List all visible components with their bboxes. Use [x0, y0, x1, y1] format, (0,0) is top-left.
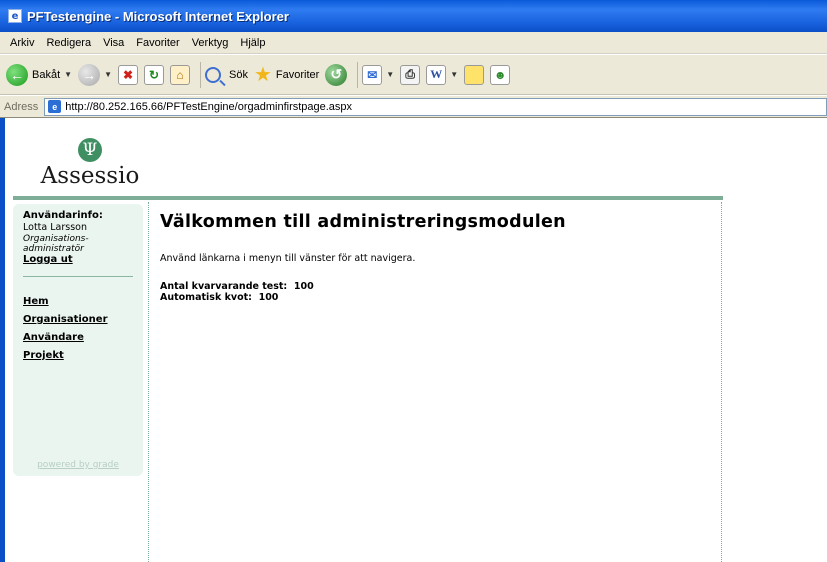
back-dropdown-icon[interactable]: ▼	[64, 70, 72, 79]
main-content: Välkommen till administreringsmodulen An…	[160, 204, 720, 303]
remaining-tests-label: Antal kvarvarande test:	[160, 281, 288, 292]
remaining-tests-row: Antal kvarvarande test: 100	[160, 281, 720, 292]
back-label: Bakåt	[32, 68, 61, 81]
print-icon: ⎙	[400, 64, 421, 85]
assessio-logo[interactable]: Ψ Assessio	[35, 138, 145, 189]
menu-arkiv[interactable]: Arkiv	[4, 37, 40, 49]
menubar: Arkiv Redigera Visa Favoriter Verktyg Hj…	[0, 32, 827, 54]
column-divider-left	[148, 202, 149, 562]
nav-link-projekt[interactable]: Projekt	[23, 347, 133, 365]
refresh-button[interactable]: ↻	[143, 64, 164, 85]
menu-hjalp[interactable]: Hjälp	[234, 37, 271, 49]
remaining-tests-value: 100	[293, 281, 314, 292]
logo-text: Assessio	[40, 163, 140, 189]
intro-text: Använd länkarna i menyn till vänster för…	[160, 253, 416, 264]
note-button[interactable]	[464, 64, 485, 85]
search-label: Sök	[228, 68, 248, 81]
nav-link-organisationer[interactable]: Organisationer	[23, 311, 133, 329]
nav-link-anvandare[interactable]: Användare	[23, 329, 133, 347]
word-icon: W	[426, 64, 447, 85]
column-divider-right	[721, 202, 722, 562]
window-title: PFTestengine - Microsoft Internet Explor…	[27, 8, 289, 24]
user-role-line1: Organisations-	[23, 234, 89, 244]
word-dropdown-icon[interactable]: ▼	[450, 70, 458, 79]
page-title: Välkommen till administreringsmodulen	[160, 212, 566, 232]
mail-icon: ✉	[362, 64, 383, 85]
menu-visa[interactable]: Visa	[97, 37, 130, 49]
address-label: Adress	[4, 100, 39, 113]
back-button[interactable]: ← Bakåt ▼	[6, 63, 72, 86]
address-input[interactable]: e http://80.252.165.66/PFTestEngine/orga…	[44, 97, 827, 116]
nav-link-hem[interactable]: Hem	[23, 293, 133, 311]
note-icon	[464, 64, 485, 85]
favorites-icon: ★	[253, 63, 272, 86]
word-button[interactable]: W ▼	[426, 64, 458, 85]
window-titlebar: e PFTestengine - Microsoft Internet Expl…	[0, 0, 827, 32]
page-icon: e	[48, 100, 62, 113]
forward-icon: →	[78, 63, 101, 86]
mail-button[interactable]: ✉ ▼	[362, 64, 394, 85]
logout-link[interactable]: Logga ut	[23, 254, 73, 266]
forward-dropdown-icon[interactable]: ▼	[104, 70, 112, 79]
favorites-button[interactable]: ★ Favoriter	[254, 65, 319, 85]
home-icon: ⌂	[169, 64, 190, 85]
search-button[interactable]: Sök	[204, 66, 248, 83]
auto-quota-row: Automatisk kvot: 100	[160, 292, 720, 303]
auto-quota-label: Automatisk kvot:	[160, 292, 252, 303]
favorites-label: Favoriter	[275, 68, 320, 81]
toolbar: ← Bakåt ▼ → ▼ ✖ ↻ ⌂ Sök ★ Favoriter ↺ ✉ …	[0, 55, 827, 95]
user-role-line2: administratör	[23, 244, 84, 254]
stop-icon: ✖	[117, 64, 138, 85]
stop-button[interactable]: ✖	[117, 64, 138, 85]
toolbar-divider	[199, 61, 201, 88]
history-button[interactable]: ↺	[325, 63, 348, 86]
sidebar: Användarinfo: Lotta Larsson Organisation…	[13, 204, 143, 476]
refresh-icon: ↻	[143, 64, 164, 85]
user-info-heading: Användarinfo:	[23, 210, 103, 221]
psi-logo-icon: Ψ	[78, 138, 102, 162]
sidebar-nav: Hem Organisationer Användare Projekt	[13, 277, 143, 365]
ie-app-icon: e	[8, 9, 22, 23]
user-info: Användarinfo: Lotta Larsson Organisation…	[13, 204, 143, 266]
address-url[interactable]: http://80.252.165.66/PFTestEngine/orgadm…	[65, 101, 352, 113]
quota-stats: Antal kvarvarande test: 100 Automatisk k…	[160, 281, 720, 303]
auto-quota-value: 100	[258, 292, 279, 303]
address-bar: Adress e http://80.252.165.66/PFTestEngi…	[0, 96, 827, 118]
header-divider	[13, 196, 723, 200]
history-icon: ↺	[325, 63, 348, 86]
toolbar-divider	[357, 61, 359, 88]
page-content: Ψ Assessio Användarinfo: Lotta Larsson O…	[5, 118, 827, 562]
print-button[interactable]: ⎙	[400, 64, 421, 85]
mail-dropdown-icon[interactable]: ▼	[386, 70, 394, 79]
home-button[interactable]: ⌂	[169, 64, 190, 85]
forward-button[interactable]: → ▼	[78, 63, 112, 86]
messenger-icon: ☻	[490, 64, 511, 85]
back-icon: ←	[6, 63, 28, 86]
messenger-button[interactable]: ☻	[490, 64, 511, 85]
menu-redigera[interactable]: Redigera	[40, 37, 97, 49]
user-name: Lotta Larsson	[23, 222, 87, 233]
menu-verktyg[interactable]: Verktyg	[186, 37, 235, 49]
powered-by-link[interactable]: powered by grade	[13, 460, 143, 470]
menu-favoriter[interactable]: Favoriter	[130, 37, 185, 49]
search-icon	[204, 66, 221, 83]
